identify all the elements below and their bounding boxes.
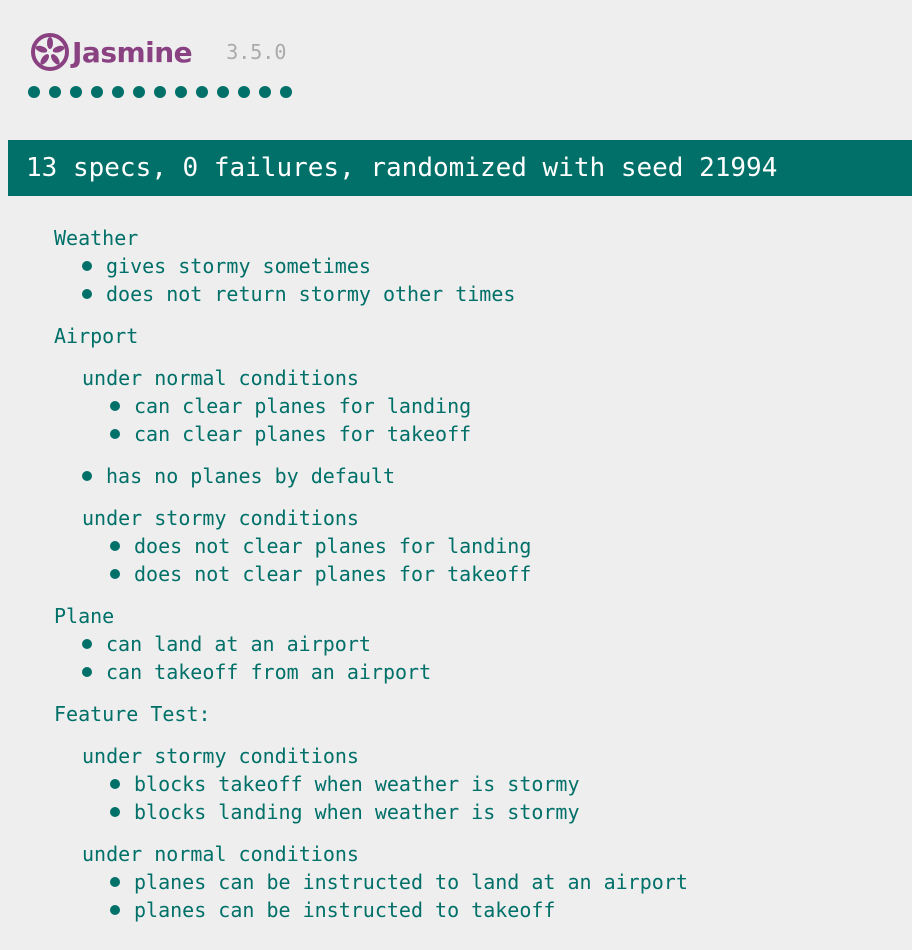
spec-item[interactable]: planes can be instructed to land at an a… [110,868,688,896]
suite-title-feature-test[interactable]: Feature Test: [54,700,688,728]
pass-bullet-icon [110,807,120,817]
pass-bullet-icon [110,779,120,789]
spec-item[interactable]: planes can be instructed to takeoff [110,896,688,924]
spec-item[interactable]: does not return stormy other times [82,280,688,308]
suite-title-airport-stormy[interactable]: under stormy conditions [82,504,688,532]
spec-item[interactable]: blocks takeoff when weather is stormy [110,770,688,798]
spec-item[interactable]: can clear planes for takeoff [110,420,688,448]
suite-title-weather[interactable]: Weather [54,224,688,252]
pass-bullet-icon [110,569,120,579]
spec-item[interactable]: has no planes by default [82,462,688,490]
spec-label: planes can be instructed to takeoff [134,898,556,922]
pass-bullet-icon [82,471,92,481]
jasmine-logo-text: Jasmine [72,35,193,69]
spec-label: does not clear planes for landing [134,534,532,558]
jasmine-version: 3.5.0 [226,40,287,64]
spec-pass-dot[interactable] [196,86,208,98]
jasmine-logo[interactable]: Jasmine [30,32,193,72]
spec-item[interactable]: does not clear planes for takeoff [110,560,688,588]
summary-text: 13 specs, 0 failures, randomized with se… [26,153,778,183]
spec-label: does not clear planes for takeoff [134,562,532,586]
spec-pass-dot[interactable] [280,86,292,98]
spec-pass-dot[interactable] [133,86,145,98]
spec-pass-dot[interactable] [154,86,166,98]
spec-pass-dot[interactable] [112,86,124,98]
spec-pass-dot[interactable] [259,86,271,98]
jasmine-flower-icon [31,33,69,71]
spec-item[interactable]: does not clear planes for landing [110,532,688,560]
pass-bullet-icon [82,667,92,677]
pass-bullet-icon [110,401,120,411]
spec-item[interactable]: blocks landing when weather is stormy [110,798,688,826]
pass-bullet-icon [82,289,92,299]
suite-title-airport[interactable]: Airport [54,322,688,350]
spec-item[interactable]: can clear planes for landing [110,392,688,420]
spec-progress-dots [28,86,292,98]
spec-label: can takeoff from an airport [106,660,432,684]
spec-pass-dot[interactable] [28,86,40,98]
pass-bullet-icon [82,261,92,271]
spec-label: does not return stormy other times [106,282,516,306]
spec-label: can land at an airport [106,632,371,656]
pass-bullet-icon [110,905,120,915]
pass-bullet-icon [110,877,120,887]
spec-pass-dot[interactable] [49,86,61,98]
suite-title-feature-normal[interactable]: under normal conditions [82,840,688,868]
pass-bullet-icon [82,639,92,649]
suite-title-plane[interactable]: Plane [54,602,688,630]
spec-item[interactable]: can takeoff from an airport [82,658,688,686]
spec-pass-dot[interactable] [217,86,229,98]
suite-title-feature-stormy[interactable]: under stormy conditions [82,742,688,770]
spec-pass-dot[interactable] [70,86,82,98]
spec-item[interactable]: gives stormy sometimes [82,252,688,280]
spec-label: can clear planes for landing [134,394,472,418]
pass-bullet-icon [110,541,120,551]
spec-label: planes can be instructed to land at an a… [134,870,688,894]
pass-bullet-icon [110,429,120,439]
spec-label: can clear planes for takeoff [134,422,472,446]
jasmine-banner: Jasmine 3.5.0 [30,30,286,74]
spec-results: Weather gives stormy sometimes does not … [54,224,688,924]
spec-pass-dot[interactable] [238,86,250,98]
spec-item[interactable]: can land at an airport [82,630,688,658]
spec-label: has no planes by default [106,464,395,488]
spec-label: blocks landing when weather is stormy [134,800,580,824]
spec-pass-dot[interactable] [175,86,187,98]
spec-label: gives stormy sometimes [106,254,371,278]
suite-title-airport-normal[interactable]: under normal conditions [82,364,688,392]
spec-pass-dot[interactable] [91,86,103,98]
summary-bar: 13 specs, 0 failures, randomized with se… [8,140,912,196]
spec-label: blocks takeoff when weather is stormy [134,772,580,796]
